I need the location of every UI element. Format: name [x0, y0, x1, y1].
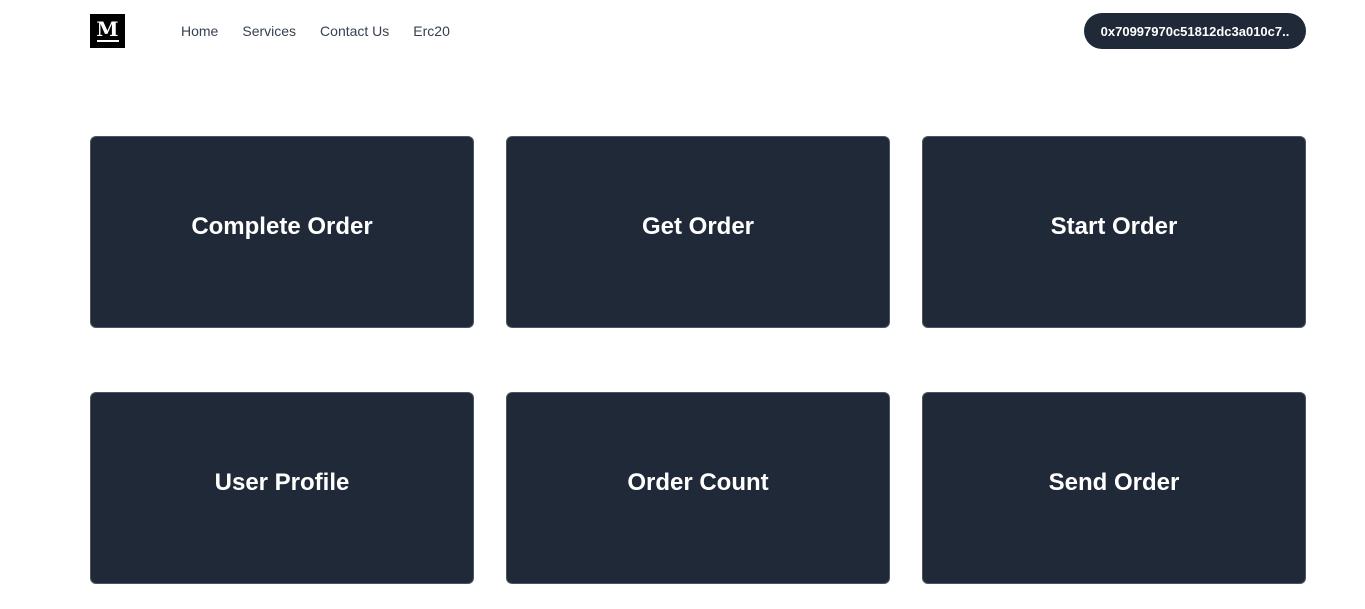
send-order-card[interactable]: Send Order — [922, 392, 1306, 584]
nav-link-contact-us[interactable]: Contact Us — [320, 22, 389, 40]
nav-link-erc20[interactable]: Erc20 — [413, 22, 450, 40]
logo-underline — [96, 40, 119, 42]
card-title: Order Count — [627, 469, 769, 496]
card-title: Get Order — [641, 213, 755, 240]
complete-order-card[interactable]: Complete Order — [90, 136, 474, 328]
card-title: Complete Order — [191, 213, 373, 240]
get-order-card[interactable]: Get Order — [506, 136, 890, 328]
action-card-grid: Complete Order Get Order Start Order Use… — [90, 136, 1306, 584]
user-profile-card[interactable]: User Profile — [90, 392, 474, 584]
wallet-address-button[interactable]: 0x70997970c51812dc3a010c7.. — [1084, 13, 1306, 49]
logo-letter: M — [96, 17, 119, 41]
start-order-card[interactable]: Start Order — [922, 136, 1306, 328]
card-title: Start Order — [1050, 213, 1178, 240]
nav-links: Home Services Contact Us Erc20 — [181, 22, 474, 40]
nav-link-services[interactable]: Services — [242, 22, 296, 40]
card-title: User Profile — [214, 469, 350, 496]
navbar: M Home Services Contact Us Erc20 0x70997… — [0, 0, 1365, 62]
nav-link-home[interactable]: Home — [181, 22, 218, 40]
logo[interactable]: M — [90, 14, 125, 48]
order-count-card[interactable]: Order Count — [506, 392, 890, 584]
card-title: Send Order — [1048, 469, 1180, 496]
